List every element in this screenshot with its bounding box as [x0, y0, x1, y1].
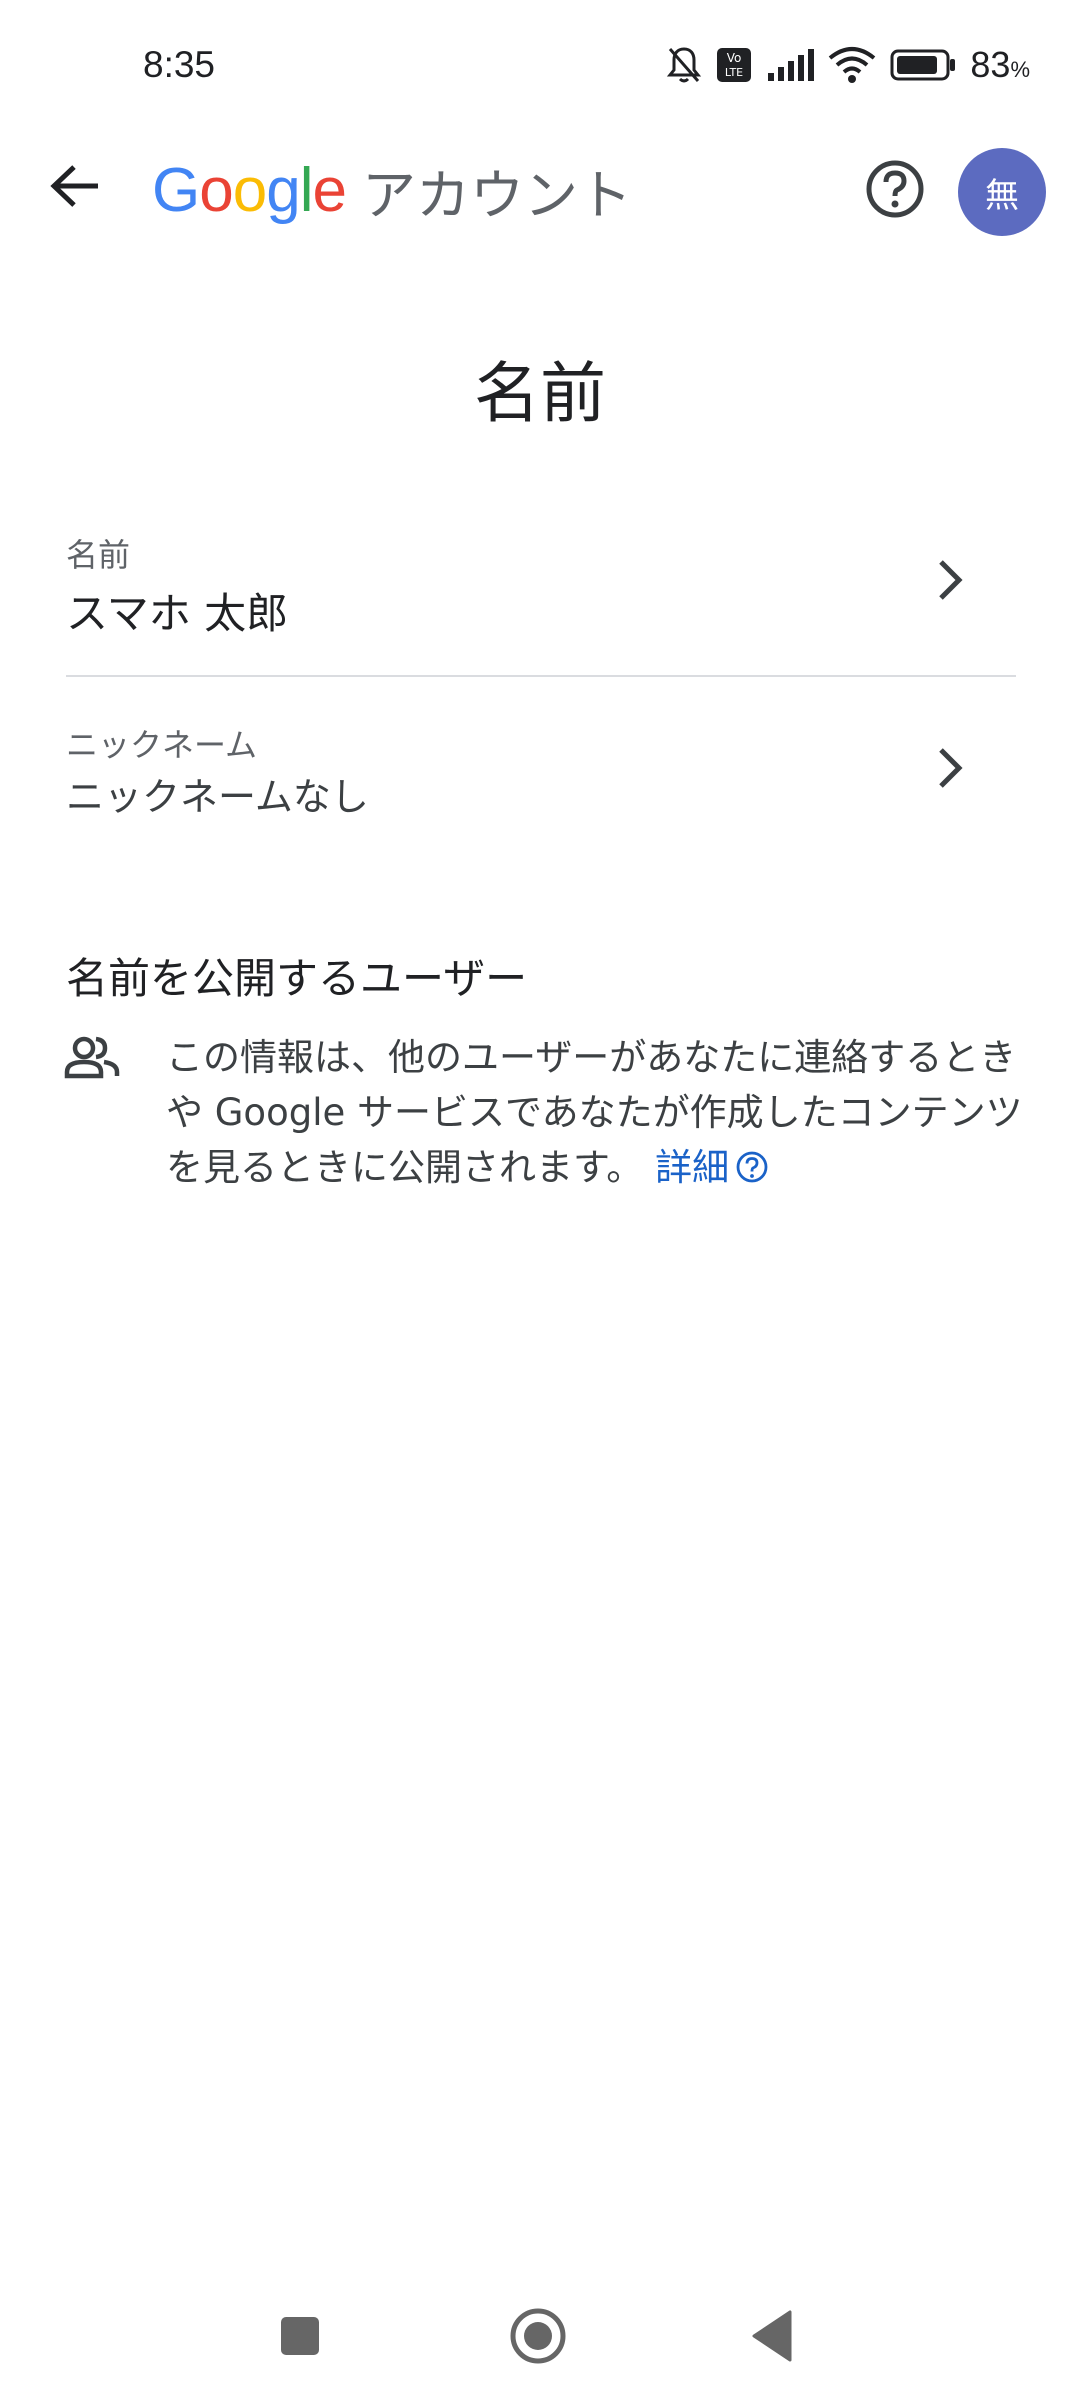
brand-letter: l — [299, 155, 314, 225]
home-button[interactable] — [508, 2306, 568, 2366]
brand-title: アカウント — [361, 163, 632, 227]
battery-percent: 83% — [970, 44, 1030, 85]
back-button[interactable] — [40, 152, 112, 224]
svg-text:Vo: Vo — [727, 51, 742, 65]
nickname-label: ニックネーム — [66, 726, 258, 764]
page-title: 名前 — [474, 355, 606, 432]
details-link[interactable]: 詳細 — [655, 1146, 769, 1189]
people-icon — [64, 1030, 120, 1086]
battery-icon — [890, 48, 956, 82]
help-icon — [865, 159, 925, 223]
name-row[interactable]: 名前 スマホ 太郎 — [0, 520, 1080, 680]
visibility-description: この情報は、他のユーザーがあなたに連絡するときや Google サービスであなた… — [166, 1030, 1026, 1199]
status-time: 8:35 — [143, 44, 216, 85]
svg-text:LTE: LTE — [725, 66, 743, 79]
nav-back-button[interactable] — [750, 2308, 794, 2364]
details-link-label: 詳細 — [655, 1146, 730, 1189]
volte-icon: Vo LTE — [716, 47, 752, 83]
brand-letter: g — [266, 155, 300, 225]
chevron-right-icon — [928, 738, 972, 798]
brand-letter: e — [312, 155, 346, 225]
chevron-right-icon — [928, 550, 972, 610]
wifi-icon — [828, 46, 876, 84]
brand-letter: o — [232, 155, 267, 225]
arrow-left-icon — [50, 164, 102, 212]
bell-off-icon — [666, 45, 702, 85]
help-circle-icon — [735, 1144, 769, 1199]
brand-letter: o — [199, 155, 233, 225]
divider — [66, 675, 1016, 677]
recents-button[interactable] — [281, 2317, 319, 2355]
google-logo: Google — [152, 155, 347, 226]
brand-letter: G — [152, 155, 200, 225]
nickname-row[interactable]: ニックネーム ニックネームなし — [0, 710, 1080, 870]
nickname-value: ニックネームなし — [66, 775, 369, 819]
account-avatar[interactable]: 無 — [958, 148, 1046, 236]
name-label: 名前 — [66, 536, 131, 574]
google-account-brand: Google アカウント — [152, 150, 632, 230]
section-title: 名前を公開するユーザー — [66, 954, 528, 1003]
signal-icon — [766, 47, 815, 83]
description-text: この情報は、他のユーザーがあなたに連絡するときや Google サービスであなた… — [166, 1036, 1023, 1189]
help-button[interactable] — [860, 156, 930, 226]
name-value: スマホ 太郎 — [66, 589, 289, 638]
status-icons: Vo LTE 83% — [666, 40, 1030, 90]
